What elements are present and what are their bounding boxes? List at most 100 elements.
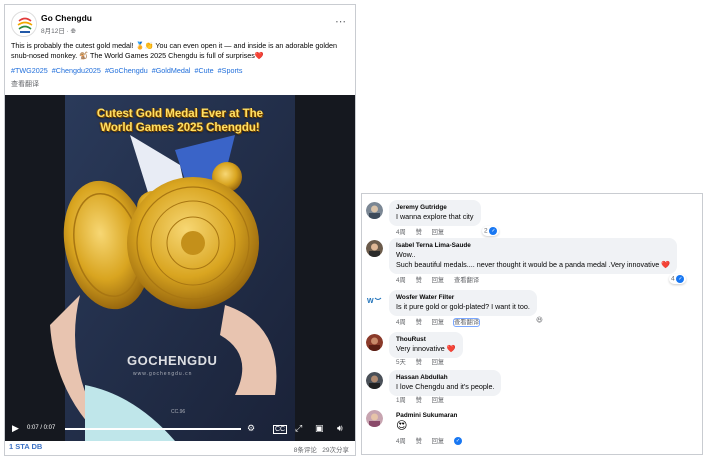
comment-bubble: Padmini Sukumaran 😍 <box>389 408 464 437</box>
comment-time: 4周 <box>396 319 406 326</box>
settings-icon[interactable]: ⚙ <box>247 423 255 434</box>
comment-text: I wanna explore that city <box>396 212 474 221</box>
pip-icon[interactable]: ▣ <box>315 423 324 434</box>
like-button[interactable]: 赞 <box>416 229 422 236</box>
see-translation-link[interactable]: 查看翻译 <box>454 277 479 284</box>
comment-time: 4周 <box>396 229 406 236</box>
see-translation-link[interactable]: 查看翻译 <box>11 79 39 89</box>
avatar[interactable] <box>366 410 383 427</box>
hashtag-link[interactable]: #Chengdu2025 <box>52 66 101 75</box>
avatar[interactable] <box>366 202 383 219</box>
overlay-title-line: Cutest Gold Medal Ever at The <box>96 108 264 120</box>
reaction-badge[interactable]: 4 ✓ <box>669 274 687 284</box>
reply-button[interactable]: 回复 <box>432 397 445 404</box>
avatar[interactable]: W <box>366 292 383 309</box>
hashtag-list: #TWG2025 #Chengdu2025 #GoChengdu #GoldMe… <box>11 66 349 75</box>
see-translation-link[interactable]: 查看翻译 <box>452 318 481 327</box>
comment-actions: 4周 赞 回复 查看翻译 <box>396 275 487 284</box>
avatar[interactable] <box>366 334 383 351</box>
reply-button[interactable]: 回复 <box>432 277 445 284</box>
comment-author[interactable]: Hassan Abdullah <box>396 373 494 382</box>
video-watermark: GOCHENGDU <box>127 353 218 368</box>
comment-author[interactable]: Isabel Terna Lima-Saude <box>396 241 670 250</box>
like-icon: ✓ <box>489 227 498 235</box>
comment-author[interactable]: Padmini Sukumaran <box>396 411 457 420</box>
post-date[interactable]: 8月12日 · <box>41 28 71 35</box>
reply-button[interactable]: 回复 <box>432 359 445 366</box>
hashtag-link[interactable]: #GoldMedal <box>152 66 191 75</box>
comments-count[interactable]: 8条评论 <box>294 447 317 454</box>
globe-icon: 🌐︎ <box>70 28 76 35</box>
reply-button[interactable]: 回复 <box>432 319 445 326</box>
captions-icon[interactable]: CC <box>273 425 288 434</box>
reply-button[interactable]: 回复 <box>432 438 445 445</box>
comment-actions: 4周 赞 回复 查看翻译 <box>396 317 487 327</box>
like-icon: ✓ <box>676 275 685 283</box>
video-overlay-title: Cutest Gold Medal Ever at The World Game… <box>5 107 355 135</box>
svg-text:W: W <box>367 298 374 305</box>
comment-bubble: Isabel Terna Lima-Saude Wow.. Such beaut… <box>389 238 678 274</box>
reply-button[interactable]: 回复 <box>432 229 445 236</box>
video-progress-bar[interactable] <box>65 428 241 430</box>
world-games-logo-icon <box>13 13 36 36</box>
shares-count[interactable]: 29次分享 <box>322 447 349 454</box>
comment-actions: 4周 赞 回复 ✓ <box>396 436 470 446</box>
comment-bubble: Hassan Abdullah I love Chengdu and it's … <box>389 370 502 396</box>
comment-author[interactable]: Wosfer Water Filter <box>396 293 530 302</box>
hashtag-link[interactable]: #GoChengdu <box>105 66 148 75</box>
comment-item: Padmini Sukumaran 😍 4周 赞 回复 ✓ <box>366 408 696 452</box>
page-name[interactable]: Go Chengdu <box>41 13 92 23</box>
comment-text: Such beautiful medals.... never thought … <box>396 260 671 269</box>
comment-item: Isabel Terna Lima-Saude Wow.. Such beaut… <box>366 238 696 286</box>
video-watermark-url: www.gochengdu.cn <box>133 371 193 377</box>
comment-actions: 5天 赞 回复 <box>396 357 452 366</box>
reaction-badge[interactable]: 2 ✓ <box>482 226 500 236</box>
avatar[interactable] <box>366 240 383 257</box>
post-header: Go Chengdu 8月12日 · 🌐︎ ⋯ <box>11 11 351 41</box>
comment-text: 😍 <box>396 420 408 432</box>
facebook-post: Go Chengdu 8月12日 · 🌐︎ ⋯ This is probably… <box>4 4 356 456</box>
comment-time: 5天 <box>396 359 406 366</box>
like-button[interactable]: 赞 <box>416 319 422 326</box>
video-progress-fill <box>65 428 241 430</box>
comment-item: Hassan Abdullah I love Chengdu and it's … <box>366 370 696 404</box>
comment-item: Jeremy Gutridge I wanna explore that cit… <box>366 200 696 236</box>
comment-author[interactable]: Jeremy Gutridge <box>396 203 474 212</box>
hashtag-link[interactable]: #TWG2025 <box>11 66 48 75</box>
video-corner-mark: CC.96 <box>171 409 186 415</box>
like-button[interactable]: 赞 <box>416 277 422 284</box>
comment-time: 4周 <box>396 438 406 445</box>
comment-time: 1周 <box>396 397 406 404</box>
comment-bubble: Wosfer Water Filter Is it pure gold or g… <box>389 290 537 316</box>
comment-bubble: Jeremy Gutridge I wanna explore that cit… <box>389 200 481 226</box>
post-meta: 8月12日 · 🌐︎ <box>41 25 76 36</box>
source-logo-mark: 1 <box>9 442 14 451</box>
play-icon[interactable]: ▶ <box>12 423 19 434</box>
comments-panel: Jeremy Gutridge I wanna explore that cit… <box>361 193 703 455</box>
comment-item: W Wosfer Water Filter Is it pure gold or… <box>366 290 696 328</box>
video-player[interactable]: Cutest Gold Medal Ever at The World Game… <box>5 95 355 441</box>
video-time: 0:07 / 0:07 <box>27 425 56 431</box>
post-footer: 1 STA DB 8条评论 29次分享 <box>5 441 355 455</box>
hashtag-link[interactable]: #Sports <box>218 66 243 75</box>
video-frame-image <box>5 95 355 441</box>
comment-time: 4周 <box>396 277 406 284</box>
post-text: This is probably the cutest gold medal! … <box>11 41 337 60</box>
comment-actions: 1周 赞 回复 <box>396 395 452 404</box>
comment-author[interactable]: ThouRust <box>396 335 456 344</box>
hashtag-link[interactable]: #Cute <box>194 66 213 75</box>
volume-icon[interactable]: 🔊︎ <box>337 423 343 434</box>
like-icon[interactable]: ✓ <box>453 437 462 446</box>
laughing-emoji-icon[interactable]: 😆 <box>534 315 545 325</box>
reaction-count: 2 <box>484 227 488 235</box>
source-logo-text: STA DB <box>15 442 43 451</box>
page-avatar[interactable] <box>11 11 37 37</box>
overlay-title-line: World Games 2025 Chengdu! <box>100 122 260 134</box>
video-controls: ▶ 0:07 / 0:07 ⚙ CC ⤢ ▣ 🔊︎ <box>5 417 355 441</box>
avatar[interactable] <box>366 372 383 389</box>
like-button[interactable]: 赞 <box>416 438 422 445</box>
more-dots-icon[interactable]: ⋯ <box>335 15 347 28</box>
like-button[interactable]: 赞 <box>416 359 422 366</box>
like-button[interactable]: 赞 <box>416 397 422 404</box>
fullscreen-icon[interactable]: ⤢ <box>295 423 302 434</box>
